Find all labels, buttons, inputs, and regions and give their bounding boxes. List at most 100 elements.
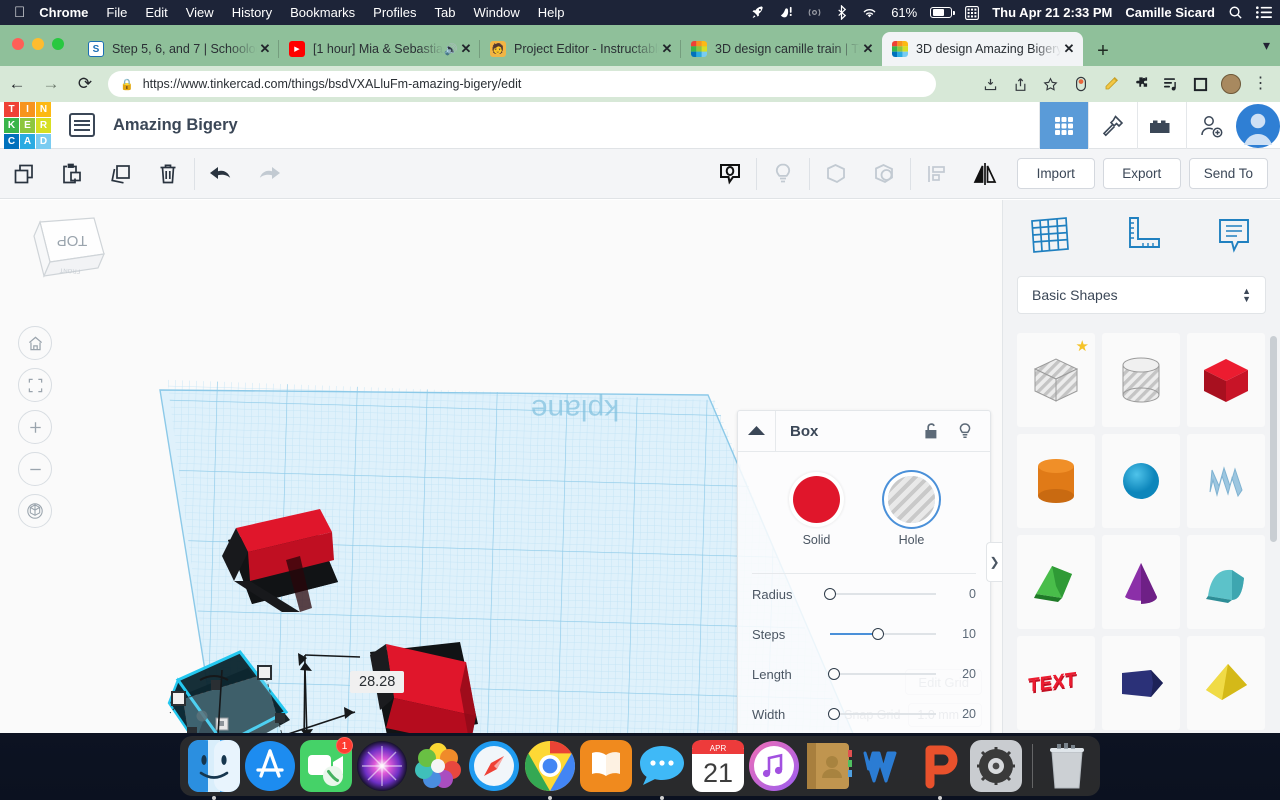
steps-slider[interactable] <box>830 627 936 641</box>
solid-swatch-option[interactable]: Solid <box>793 476 840 547</box>
tinkercad-logo[interactable]: T I N K E R C A D <box>4 101 51 149</box>
dock-item-facetime[interactable]: 1 <box>300 737 353 793</box>
panel-expand-button[interactable]: ❯ <box>986 542 1002 582</box>
shape-box-red[interactable] <box>1187 333 1265 427</box>
view-cube[interactable]: TOP FRONT <box>18 212 116 300</box>
ungroup-shapes-icon[interactable] <box>860 149 908 199</box>
menu-item-profiles[interactable]: Profiles <box>373 5 416 20</box>
menu-item-file[interactable]: File <box>106 5 127 20</box>
dimension-label-width[interactable]: 28.28 <box>350 671 405 693</box>
undo-icon[interactable] <box>197 149 245 199</box>
width-slider[interactable] <box>828 707 936 721</box>
chrome-menu-icon[interactable]: ⋮ <box>1247 71 1274 98</box>
zoom-out-icon[interactable] <box>18 452 52 486</box>
notification-center-icon[interactable] <box>1256 6 1272 19</box>
fit-to-view-icon[interactable] <box>18 368 52 402</box>
codeblocks-hammer-icon[interactable] <box>1088 102 1137 149</box>
menu-item-history[interactable]: History <box>232 5 272 20</box>
wifi-icon[interactable] <box>861 6 878 20</box>
align-icon[interactable] <box>913 149 961 199</box>
workplane-icon[interactable] <box>706 149 754 199</box>
bookmark-star-icon[interactable] <box>1037 71 1064 98</box>
apple-menu-icon[interactable]:  <box>14 5 25 20</box>
property-value[interactable]: 10 <box>946 627 976 641</box>
dock-item-trash[interactable] <box>1043 739 1092 793</box>
hole-swatch-option[interactable]: Hole <box>888 476 935 547</box>
window-maximize-button[interactable] <box>52 38 64 50</box>
shape-cone-purple[interactable] <box>1102 535 1180 629</box>
dock-item-word[interactable] <box>858 739 910 793</box>
tab-close-button[interactable]: ✕ <box>659 41 675 57</box>
dock-item-ibooks[interactable] <box>580 739 632 793</box>
collapse-triangle-icon[interactable] <box>738 410 776 452</box>
group-shapes-icon[interactable] <box>812 149 860 199</box>
duplicate-icon[interactable] <box>96 149 144 199</box>
square-extension-icon[interactable] <box>1187 71 1214 98</box>
rocket-icon[interactable] <box>751 5 766 20</box>
send-to-button[interactable]: Send To <box>1188 158 1268 189</box>
note-icon[interactable] <box>1188 213 1280 259</box>
shape-cylinder-hole[interactable] <box>1102 333 1180 427</box>
shape-round-roof[interactable] <box>1187 535 1265 629</box>
tab-audio-icon[interactable]: 🔊 <box>444 43 458 56</box>
dock-item-finder[interactable] <box>188 739 240 800</box>
shape-roof-green[interactable] <box>1017 535 1095 629</box>
download-icon[interactable] <box>977 71 1004 98</box>
radius-slider[interactable] <box>824 587 936 601</box>
shape-cylinder-orange[interactable] <box>1017 434 1095 528</box>
menu-item-tab[interactable]: Tab <box>435 5 456 20</box>
dock-item-powerpoint[interactable] <box>914 739 966 800</box>
menu-item-chrome[interactable]: Chrome <box>39 5 88 20</box>
ortho-perspective-icon[interactable] <box>18 494 52 528</box>
project-list-icon[interactable] <box>69 113 95 137</box>
dock-item-itunes[interactable] <box>748 739 800 793</box>
address-bar[interactable]: 🔒 https://www.tinkercad.com/things/bsdVX… <box>108 71 936 97</box>
extensions-puzzle-icon[interactable] <box>1127 71 1154 98</box>
browser-tab-tinkercad-amazing-bigery[interactable]: 3D design Amazing Bigery ✕ <box>882 32 1083 66</box>
battery-icon[interactable] <box>930 7 955 18</box>
menu-item-help[interactable]: Help <box>538 5 565 20</box>
browser-tab-youtube[interactable]: ▶ [1 hour] Mia & Sebastian 🔊 ✕ <box>279 32 480 66</box>
menubar-username[interactable]: Camille Sicard <box>1125 5 1215 20</box>
dock-item-system-preferences[interactable] <box>970 739 1022 793</box>
dock-item-messages[interactable] <box>636 739 688 800</box>
lightbulb-icon[interactable] <box>948 422 982 441</box>
playlist-extension-icon[interactable] <box>1157 71 1184 98</box>
screen-record-icon[interactable] <box>807 5 822 20</box>
home-view-icon[interactable] <box>18 326 52 360</box>
menu-item-window[interactable]: Window <box>474 5 520 20</box>
zoom-in-icon[interactable] <box>18 410 52 444</box>
delete-trash-icon[interactable] <box>144 149 192 199</box>
property-value[interactable]: 20 <box>946 707 976 721</box>
grid-view-icon[interactable] <box>1039 102 1088 149</box>
dock-item-safari[interactable] <box>468 739 520 793</box>
shape-wedge-navy[interactable] <box>1102 636 1180 730</box>
back-button[interactable]: ← <box>0 74 34 94</box>
window-minimize-button[interactable] <box>32 38 44 50</box>
spotlight-search-icon[interactable] <box>1228 5 1243 20</box>
shape-pyramid-yellow[interactable] <box>1187 636 1265 730</box>
shape-grid-scrollbar[interactable] <box>1270 336 1277 542</box>
dock-item-calendar[interactable]: APR 21 <box>692 739 744 793</box>
unlock-icon[interactable] <box>914 422 948 440</box>
copy-icon[interactable] <box>0 149 48 199</box>
import-button[interactable]: Import <box>1016 158 1095 189</box>
invite-person-icon[interactable] <box>1186 102 1235 149</box>
tab-close-button[interactable]: ✕ <box>1061 41 1077 57</box>
property-value[interactable]: 0 <box>946 587 976 601</box>
workplane-grid-icon[interactable] <box>1003 213 1095 259</box>
browser-tab-instructables[interactable]: 🧑 Project Editor - Instructables ✕ <box>480 32 681 66</box>
mirror-flip-icon[interactable] <box>961 149 1009 199</box>
dock-item-chrome[interactable] <box>524 739 576 800</box>
design-canvas[interactable]: kplane 28.28 TOP FRONT Box Solid Hole Ra… <box>0 200 1002 733</box>
tab-strip-overflow-icon[interactable]: ▾ <box>1263 37 1270 54</box>
shape-box-hole[interactable]: ★ <box>1017 333 1095 427</box>
browser-tab-schoology[interactable]: S Step 5, 6, and 7 | Schoology ✕ <box>78 32 279 66</box>
bluetooth-icon[interactable] <box>835 5 848 20</box>
pencil-extension-icon[interactable] <box>1097 71 1124 98</box>
dock-item-app-store[interactable] <box>244 739 296 793</box>
tab-close-button[interactable]: ✕ <box>257 41 273 57</box>
ruler-icon[interactable] <box>1095 213 1187 259</box>
reload-button[interactable]: ⟳ <box>68 74 102 94</box>
record-extension-icon[interactable] <box>1067 71 1094 98</box>
